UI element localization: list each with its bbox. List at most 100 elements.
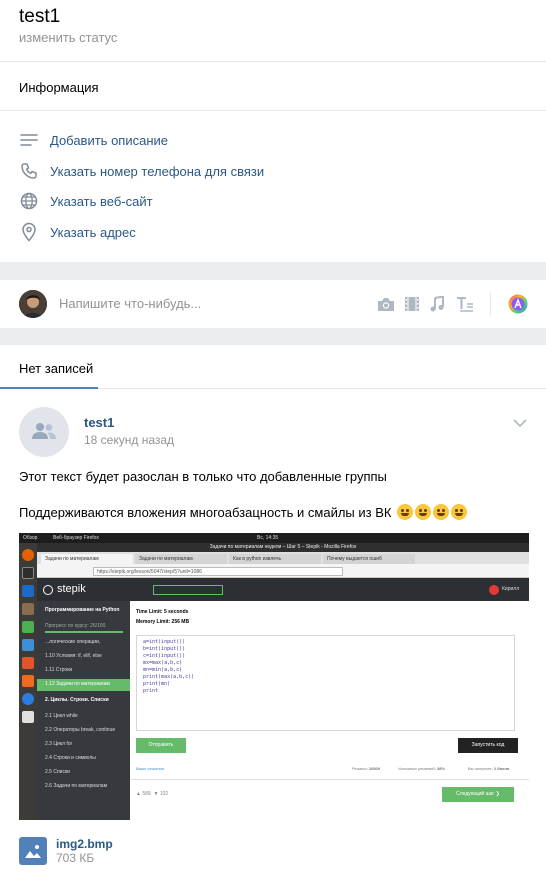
- post-text-content: Поддерживаются вложения многоабзацность …: [19, 505, 392, 520]
- profile-name: test1: [19, 6, 61, 27]
- sidebar-item: 2.6 Задачи по материалам: [45, 783, 108, 789]
- like-count: 589: [142, 791, 151, 797]
- file-size: 703 КБ: [56, 851, 95, 865]
- code-line: mn=min(a,b,c): [143, 667, 183, 673]
- code-line: a=int(input()): [143, 639, 186, 645]
- avatar[interactable]: [19, 290, 47, 318]
- profile-card: test1 изменить статус Информация Добавит…: [0, 0, 546, 262]
- divider: [0, 61, 546, 62]
- add-phone-link[interactable]: Указать номер телефона для связи: [19, 160, 264, 182]
- os-launcher: [19, 543, 37, 820]
- divider: [490, 292, 491, 316]
- app-icon: [22, 675, 34, 687]
- stepik-logo-icon: [43, 585, 53, 595]
- status-link[interactable]: изменить статус: [19, 30, 117, 45]
- next-step-button: Следующий шаг ❯: [442, 787, 514, 802]
- sidebar-item: 2.3 Цикл for: [45, 741, 73, 747]
- code-line: mx=max(a,b,c): [143, 660, 183, 666]
- dislike-icon: ▼: [153, 791, 159, 797]
- sidebar-item: 1.10 Условия: if, elif, else: [45, 653, 102, 659]
- terminal-icon: [22, 567, 34, 579]
- course-progress: Прогресс по курсу: 26/100: [45, 623, 106, 629]
- code-line: c=int(input()): [143, 653, 186, 659]
- chevron-down-icon[interactable]: [512, 415, 528, 431]
- next-step-label: Следующий шаг: [456, 791, 495, 797]
- camera-icon[interactable]: [376, 294, 396, 314]
- amazon-icon: [22, 711, 34, 723]
- info-item-label: Указать номер телефона для связи: [50, 163, 265, 179]
- memory-limit: Memory Limit: 256 MB: [136, 619, 190, 625]
- info-item-label: Указать веб-сайт: [50, 193, 153, 209]
- code-line: print(mn): [143, 681, 171, 687]
- sidebar-item: 2.4 Строки и символы: [45, 755, 96, 761]
- code-line: print(max(a,b,c)): [143, 674, 195, 680]
- add-address-link[interactable]: Указать адрес: [19, 221, 136, 243]
- grin-emoji-icon: [433, 504, 450, 520]
- os-app-name: Веб-браузер Firefox: [53, 535, 99, 541]
- info-title: Информация: [19, 80, 99, 95]
- points-label: Вы получите:: [468, 766, 493, 771]
- post-composer: Напишите что-нибудь...: [0, 280, 546, 328]
- posts-tabs: Нет записей: [0, 345, 546, 389]
- app-icon: [22, 621, 34, 633]
- laugh-emoji-icon: [415, 504, 432, 520]
- course-title: Программирование на Python: [45, 607, 120, 613]
- post-image[interactable]: Обзор Веб-браузер Firefox Вс, 14:35 Зада…: [19, 533, 529, 820]
- points-value: 2 балла: [493, 766, 510, 771]
- step-content: Time Limit: 5 seconds Memory Limit: 256 …: [130, 601, 529, 820]
- run-button: Запустить код: [458, 738, 518, 753]
- posts-section: Нет записей test1 18 секунд назад Этот т…: [0, 345, 546, 881]
- browser-toolbar: https://stepik.org/lesson/5047/step/5?un…: [37, 564, 529, 578]
- location-pin-icon: [19, 222, 39, 242]
- post-text-line: Этот текст будет разослан в только что д…: [19, 469, 387, 484]
- post-author[interactable]: test1: [84, 415, 114, 430]
- firefox-icon: [22, 549, 34, 561]
- step-progress: [153, 585, 223, 595]
- url-bar: https://stepik.org/lesson/5047/step/5?un…: [93, 567, 343, 576]
- help-icon: [22, 693, 34, 705]
- video-icon[interactable]: [402, 294, 422, 314]
- browser-tab: Задачи по материалам: [41, 554, 133, 564]
- image-file-icon: [19, 837, 47, 865]
- sidebar-item: 2.5 Списки: [45, 769, 70, 775]
- file-attachment[interactable]: img2.bmp 703 КБ: [19, 837, 113, 867]
- files-icon: [22, 603, 34, 615]
- text-format-icon[interactable]: [455, 294, 475, 314]
- file-name[interactable]: img2.bmp: [56, 837, 113, 851]
- success-label: Успешных решений:: [398, 766, 436, 771]
- add-website-link[interactable]: Указать веб-сайт: [19, 190, 153, 212]
- time-limit: Time Limit: 5 seconds: [136, 609, 189, 615]
- divider: [0, 110, 546, 111]
- add-description-link[interactable]: Добавить описание: [19, 129, 168, 151]
- sidebar-item: 2. Циклы. Строки. Списки: [45, 697, 109, 703]
- browser-tab: Задачи по материалам: [135, 554, 227, 564]
- sidebar-item: 1.11 Строки: [45, 667, 73, 673]
- solved-count: 28929: [369, 766, 381, 771]
- music-icon[interactable]: [427, 294, 447, 314]
- browser-tabs: Задачи по материалам Задачи по материала…: [37, 552, 529, 564]
- browser-tab: Почему выдается ошиб: [323, 554, 415, 564]
- tab-no-posts[interactable]: Нет записей: [19, 361, 93, 376]
- group-icon: [31, 422, 57, 443]
- smile-emoji-icon: [397, 504, 414, 520]
- composer-input[interactable]: Напишите что-нибудь...: [59, 296, 201, 311]
- color-palette-icon[interactable]: [508, 294, 528, 314]
- window-title: Задачи по материалам недели – Шаг 5 – St…: [37, 543, 529, 552]
- avatar: [489, 585, 499, 595]
- os-topbar: Обзор Веб-браузер Firefox Вс, 14:35: [19, 533, 529, 543]
- sidebar-item: 2.1 Цикл while: [45, 713, 78, 719]
- code-line: b=int(input()): [143, 646, 186, 652]
- sidebar-item: ...логические операции,: [45, 639, 101, 645]
- sidebar-item: 2.2 Операторы break, continue: [45, 727, 116, 733]
- avatar[interactable]: [19, 407, 69, 457]
- upside-down-emoji-icon: [451, 504, 468, 520]
- solved-label: Решило:: [352, 766, 368, 771]
- app-icon: [22, 657, 34, 669]
- progress-bar: [45, 631, 123, 633]
- os-overview: Обзор: [23, 535, 38, 541]
- like-icon: ▲: [136, 791, 141, 797]
- post-time[interactable]: 18 секунд назад: [84, 433, 174, 447]
- phone-icon: [19, 161, 39, 181]
- lines-icon: [19, 130, 39, 150]
- tab-underline: [0, 387, 98, 389]
